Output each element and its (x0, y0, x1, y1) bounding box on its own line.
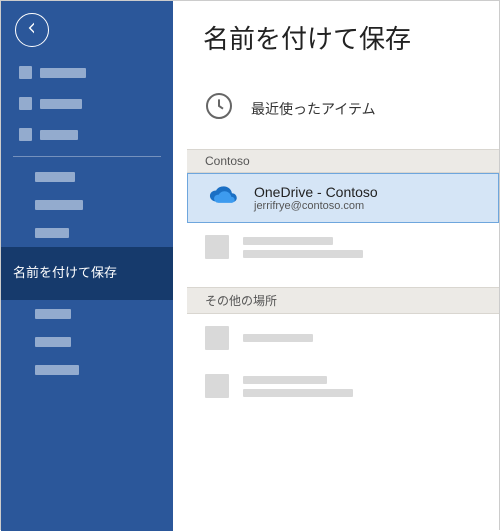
placeholder-icon (19, 97, 32, 110)
placeholder-label (40, 130, 78, 140)
sidebar-item[interactable] (1, 191, 173, 219)
backstage-sidebar: 名前を付けて保存 (1, 1, 173, 531)
sidebar-divider (13, 156, 161, 157)
location-subtitle: jerrifrye@contoso.com (254, 200, 378, 212)
placeholder-text (243, 376, 353, 397)
placeholder-icon (205, 235, 229, 259)
sidebar-item-label: 名前を付けて保存 (13, 265, 117, 282)
location-title: OneDrive - Contoso (254, 184, 378, 200)
placeholder-icon (205, 326, 229, 350)
location-item[interactable] (187, 362, 499, 410)
recent-items-row[interactable]: 最近使ったアイテム (173, 84, 499, 133)
placeholder-label (35, 228, 69, 238)
sidebar-item[interactable] (1, 300, 173, 328)
placeholder-icon (19, 66, 32, 79)
sidebar-item[interactable] (1, 119, 173, 150)
placeholder-label (35, 365, 79, 375)
placeholder-label (35, 172, 75, 182)
sidebar-item[interactable] (1, 219, 173, 247)
placeholder-icon (205, 374, 229, 398)
sidebar-item[interactable] (1, 88, 173, 119)
location-text: OneDrive - Contoso jerrifrye@contoso.com (254, 184, 378, 212)
sidebar-item[interactable] (1, 163, 173, 191)
section-header-contoso: Contoso (187, 149, 499, 173)
placeholder-label (35, 309, 71, 319)
back-button[interactable] (15, 13, 49, 47)
sidebar-item[interactable] (1, 356, 173, 384)
placeholder-label (40, 99, 82, 109)
clock-icon (203, 90, 235, 127)
placeholder-text (243, 334, 313, 342)
back-arrow-icon (24, 20, 40, 41)
placeholder-label (40, 68, 86, 78)
onedrive-icon (206, 185, 240, 212)
section-header-other: その他の場所 (187, 287, 499, 314)
placeholder-text (243, 237, 363, 258)
sidebar-item[interactable] (1, 328, 173, 356)
main-panel: 名前を付けて保存 最近使ったアイテム Contoso OneDrive - Co… (173, 1, 499, 531)
placeholder-label (35, 200, 83, 210)
page-title: 名前を付けて保存 (173, 19, 499, 56)
placeholder-label (35, 337, 71, 347)
location-onedrive-contoso[interactable]: OneDrive - Contoso jerrifrye@contoso.com (187, 173, 499, 223)
sidebar-item[interactable] (1, 57, 173, 88)
location-item[interactable] (187, 223, 499, 271)
placeholder-icon (19, 128, 32, 141)
sidebar-item-save-as[interactable]: 名前を付けて保存 (1, 247, 173, 300)
recent-items-label: 最近使ったアイテム (251, 99, 376, 119)
location-item[interactable] (187, 314, 499, 362)
